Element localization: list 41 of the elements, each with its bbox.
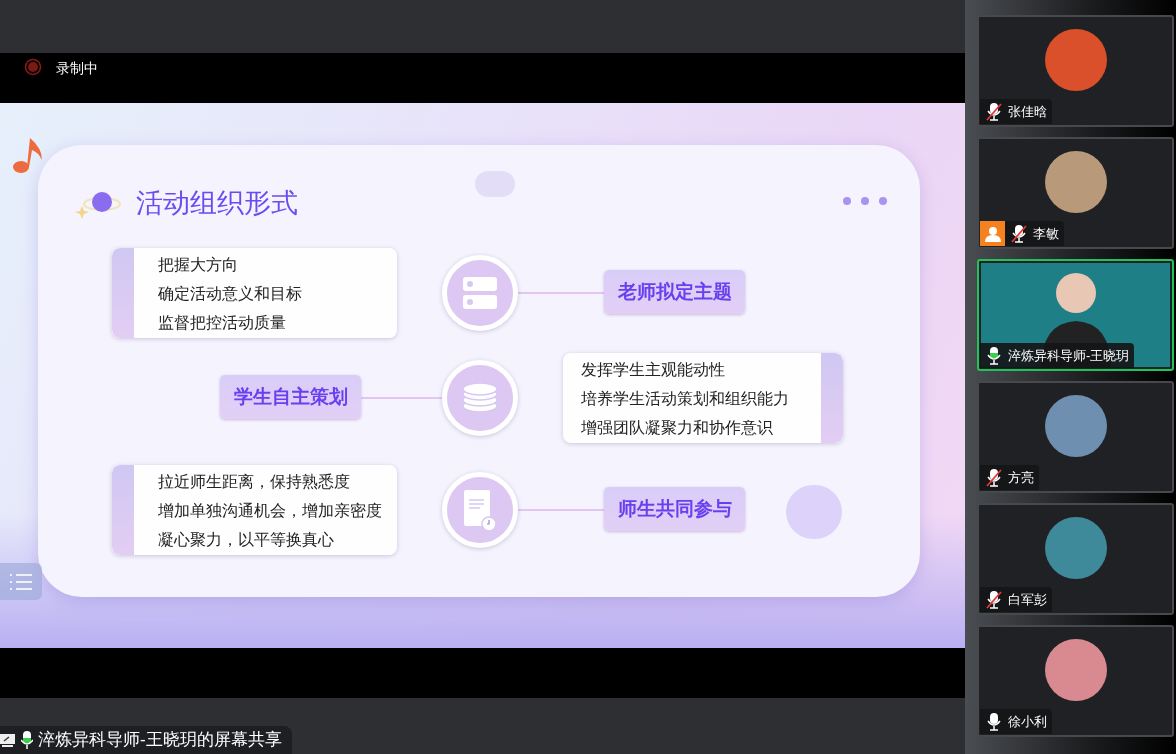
microphone-icon [986,712,1002,731]
participant-tile[interactable]: 方亮 [977,381,1174,493]
screen-share-icon [0,733,16,747]
participant-name: 李敏 [1033,224,1059,243]
topic-label: 老师拟定主题 [604,270,745,314]
topic-label: 师生共同参与 [604,487,745,531]
participant-name: 淬炼异科导师-王晓玥 [1008,346,1130,365]
participant-name: 白军彭 [1008,590,1047,609]
participant-name: 张佳晗 [1008,102,1047,121]
more-icon [843,197,887,205]
bullet-text: 凝心聚力，以平等换真心 [158,529,335,550]
recording-label: 录制中 [56,59,98,78]
muted-microphone-icon [986,468,1002,487]
muted-microphone-icon [986,590,1002,609]
database-icon [462,382,498,414]
list-icon [10,572,32,591]
participant-name: 方亮 [1008,468,1034,487]
participant-name: 徐小利 [1008,712,1047,731]
record-icon [24,58,42,76]
bullet-text: 确定活动意义和目标 [158,283,303,304]
bullet-text: 增强团队凝聚力和协作意识 [581,417,774,438]
microphone-icon [986,346,1002,365]
bullet-text: 培养学生活动策划和组织能力 [581,388,790,409]
screen-share-text: 淬炼异科导师-王晓玥的屏幕共享 [38,729,282,752]
muted-microphone-icon [986,102,1002,121]
bullet-text: 拉近师生距离，保持熟悉度 [158,471,351,492]
slide-title: 活动组织形式 [136,187,298,220]
muted-microphone-icon [1011,224,1027,243]
participant-tile[interactable]: 白军彭 [977,503,1174,615]
bullet-text: 发挥学生主观能动性 [581,359,726,380]
participant-tile[interactable]: 徐小利 [977,625,1174,737]
participant-tile[interactable]: 张佳晗 [977,15,1174,127]
menu-button[interactable] [0,563,42,600]
bullet-text: 把握大方向 [158,254,239,275]
topic-label: 学生自主策划 [220,375,361,419]
bullet-text: 增加单独沟通机会，增加亲密度 [158,500,383,521]
participant-tile[interactable]: 淬炼异科导师-王晓玥 [977,259,1174,371]
bullet-text: 监督把控活动质量 [158,312,287,333]
participant-tile[interactable]: 李敏 [977,137,1174,249]
document-clock-icon [462,488,498,532]
server-icon [463,276,497,310]
